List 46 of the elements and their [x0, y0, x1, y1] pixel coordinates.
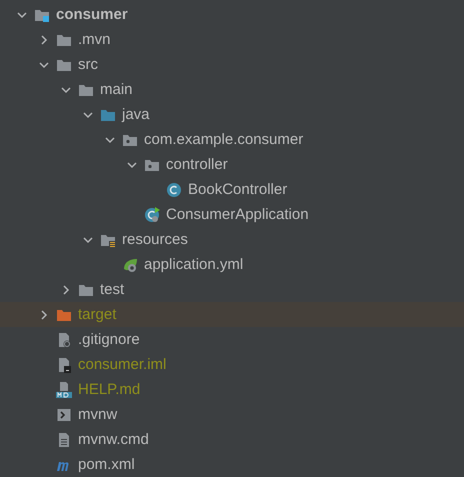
tree-row[interactable]: main: [0, 77, 464, 102]
file-name: pom.xml: [78, 456, 135, 473]
file-name: BookController: [188, 181, 288, 198]
file-name: .gitignore: [78, 331, 140, 348]
tree-row[interactable]: test: [0, 277, 464, 302]
markdown-file-icon: [56, 382, 72, 398]
file-name: main: [100, 81, 133, 98]
file-icon: [56, 356, 72, 372]
file-icon: [56, 332, 72, 348]
file-name: consumer: [56, 6, 128, 23]
tree-row[interactable]: src: [0, 52, 464, 77]
file-name: HELP.md: [78, 381, 140, 398]
file-name: src: [78, 56, 98, 73]
file-name: resources: [122, 231, 188, 248]
file-name: java: [122, 106, 150, 123]
tree-row[interactable]: controller: [0, 152, 464, 177]
file-name: ConsumerApplication: [166, 206, 309, 223]
file-name: application.yml: [144, 256, 244, 273]
tree-row[interactable]: HELP.md: [0, 377, 464, 402]
tree-row[interactable]: target: [0, 302, 464, 327]
file-name: .mvn: [78, 31, 111, 48]
class-icon: [144, 206, 160, 222]
file-name: target: [78, 306, 116, 323]
file-name: mvnw.cmd: [78, 431, 149, 448]
tree-row[interactable]: consumer.iml: [0, 352, 464, 377]
tree-row[interactable]: com.example.consumer: [0, 127, 464, 152]
file-name: consumer.iml: [78, 356, 166, 373]
tree-row[interactable]: .mvn: [0, 27, 464, 52]
file-name: mvnw: [78, 406, 118, 423]
terminal-file-icon: [56, 406, 72, 422]
text-file-icon: [56, 432, 72, 448]
file-name: controller: [166, 156, 228, 173]
tree-row[interactable]: ConsumerApplication: [0, 202, 464, 227]
tree-row[interactable]: .gitignore: [0, 327, 464, 352]
tree-row[interactable]: mvnw: [0, 402, 464, 427]
tree-row[interactable]: pom.xml: [0, 452, 464, 477]
leaf-icon: [122, 256, 138, 272]
tree-row[interactable]: BookController: [0, 177, 464, 202]
file-name: com.example.consumer: [144, 131, 304, 148]
file-name: test: [100, 281, 124, 298]
tree-row[interactable]: consumer: [0, 2, 464, 27]
class-icon: [166, 182, 182, 198]
tree-row[interactable]: java: [0, 102, 464, 127]
tree-row[interactable]: resources: [0, 227, 464, 252]
tree-row[interactable]: application.yml: [0, 252, 464, 277]
tree-row[interactable]: mvnw.cmd: [0, 427, 464, 452]
